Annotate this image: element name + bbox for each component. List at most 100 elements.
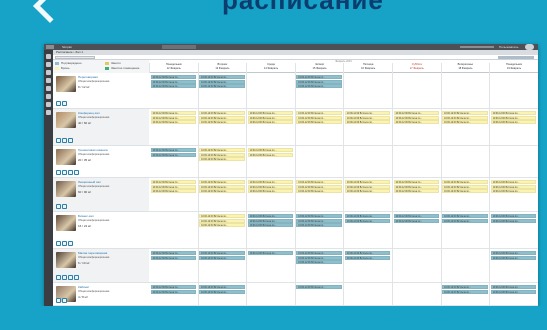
booking-block[interactable]: 10:00-12:00 Встреча по...	[150, 255, 197, 260]
booking-block[interactable]: 10:00-12:00 Встреча по...	[490, 115, 537, 120]
booking-block[interactable]: 10:00-12:00 Встреча по...	[247, 184, 294, 189]
booking-block[interactable]: 10:00-12:00 Встреча по...	[199, 75, 245, 79]
booking-block[interactable]: 10:00-12:00 Встреча по...	[296, 223, 342, 228]
booking-block[interactable]: 10:00-12:00 Встреча по...	[199, 285, 245, 289]
booking-block[interactable]: 10:00-12:00 Встреча по...	[199, 152, 245, 157]
booking-block[interactable]: 10:00-12:00 Встреча по...	[393, 120, 440, 125]
booking-block[interactable]: 10:00-12:00 Встреча по...	[247, 152, 294, 157]
booking-block[interactable]: 10:00-12:00 Встреча по...	[150, 251, 197, 255]
booking-block[interactable]: 10:00-12:00 Встреча по...	[150, 285, 197, 289]
booking-block[interactable]: 10:00-12:00 Встреча по...	[442, 214, 488, 218]
booking-block[interactable]: 10:00-12:00 Встреча по...	[199, 184, 245, 189]
booking-block[interactable]: 10:00-12:00 Встреча по...	[199, 214, 245, 218]
booking-block[interactable]: 10:00-12:00 Встреча по...	[150, 75, 197, 79]
grid-icon[interactable]	[46, 110, 51, 115]
day-column-header[interactable]: Четверг 15 Февраль	[294, 63, 344, 73]
filter-dropdown[interactable]	[55, 56, 95, 59]
booking-block[interactable]: 10:00-12:00 Встреча по...	[199, 79, 245, 84]
booking-block[interactable]: 10:00-12:00 Встреча по...	[296, 251, 342, 255]
booking-block[interactable]: 10:00-12:00 Встреча по...	[296, 260, 342, 265]
booking-block[interactable]: 10:00-12:00 Встреча по...	[296, 120, 342, 125]
room-row[interactable]: Тренинговая комната Общая конференционная…	[53, 146, 149, 178]
settings-icon[interactable]	[46, 94, 51, 99]
booking-block[interactable]: 10:00-12:00 Встреча по...	[442, 189, 488, 194]
booking-block[interactable]: 10:00-12:00 Встреча по...	[490, 120, 537, 125]
day-column-header[interactable]: Пятница 16 Февраль	[343, 63, 392, 73]
list-icon[interactable]	[46, 78, 51, 83]
booking-block[interactable]: 10:00-12:00 Встреча по...	[296, 189, 342, 194]
booking-block[interactable]: 10:00-12:00 Встреча по...	[199, 157, 245, 162]
booking-block[interactable]: 10:00-12:00 Встреча по...	[296, 184, 342, 189]
booking-block[interactable]: 10:00-12:00 Встреча по...	[393, 218, 440, 223]
booking-block[interactable]: 10:00-12:00 Встреча по...	[199, 289, 245, 294]
booking-block[interactable]: 10:00-12:00 Встреча по...	[344, 111, 391, 115]
booking-block[interactable]: 10:00-12:00 Встреча по...	[199, 251, 245, 255]
booking-block[interactable]: 10:00-12:00 Встреча по...	[344, 214, 391, 218]
booking-block[interactable]: 10:00-12:00 Встреча по...	[247, 111, 294, 115]
booking-block[interactable]: 10:00-12:00 Встреча по...	[490, 285, 537, 289]
booking-block[interactable]: 10:00-12:00 Встреча по...	[199, 111, 245, 115]
room-row[interactable]: Лекционный зал Общая конференционная 60 / …	[53, 178, 149, 212]
booking-block[interactable]: 10:00-12:00 Встреча по...	[393, 115, 440, 120]
room-row[interactable]: Малая переговорная Общая конференционная 6…	[53, 249, 149, 283]
day-column-header[interactable]: Среда 14 Февраль	[246, 63, 295, 73]
booking-block[interactable]: 10:00-12:00 Встреча по...	[393, 111, 440, 115]
booking-block[interactable]: 10:00-12:00 Встреча по...	[393, 189, 440, 194]
booking-block[interactable]: 10:00-12:00 Встреча по...	[442, 115, 488, 120]
booking-block[interactable]: 10:00-12:00 Встреча по...	[150, 120, 197, 125]
booking-block[interactable]: 10:00-12:00 Встреча по...	[296, 84, 342, 89]
booking-block[interactable]: 10:00-12:00 Встреча по...	[490, 251, 537, 255]
booking-block[interactable]: 10:00-12:00 Встреча по...	[442, 285, 488, 289]
view-toggle[interactable]	[498, 56, 534, 59]
booking-block[interactable]: 10:00-12:00 Встреча по...	[490, 180, 537, 184]
booking-block[interactable]: 10:00-12:00 Встреча по...	[150, 79, 197, 84]
booking-block[interactable]: 10:00-12:00 Встреча по...	[247, 223, 294, 228]
booking-block[interactable]: 10:00-12:00 Встреча по...	[150, 180, 197, 184]
booking-block[interactable]: 10:00-12:00 Встреча по...	[150, 152, 197, 157]
booking-block[interactable]: 10:00-12:00 Встреча по...	[490, 184, 537, 189]
booking-block[interactable]: 10:00-12:00 Встреча по...	[150, 115, 197, 120]
booking-block[interactable]: 10:00-12:00 Встреча по...	[490, 189, 537, 194]
booking-block[interactable]: 10:00-12:00 Встреча по...	[150, 111, 197, 115]
booking-block[interactable]: 10:00-12:00 Встреча по...	[344, 115, 391, 120]
day-column-header[interactable]: Воскресенье 18 Февраль	[440, 63, 490, 73]
booking-block[interactable]: 10:00-12:00 Встреча по...	[344, 218, 391, 223]
booking-block[interactable]: 10:00-12:00 Встреча по...	[199, 148, 245, 152]
booking-block[interactable]: 10:00-12:00 Встреча по...	[247, 148, 294, 152]
booking-block[interactable]: 10:00-12:00 Встреча по...	[344, 255, 391, 260]
booking-block[interactable]: 10:00-12:00 Встреча по...	[247, 120, 294, 125]
booking-block[interactable]: 10:00-12:00 Встреча по...	[490, 289, 537, 294]
booking-block[interactable]: 10:00-12:00 Встреча по...	[442, 120, 488, 125]
day-column-header[interactable]: Суббота 17 Февраль	[392, 63, 441, 73]
chart-icon[interactable]	[46, 86, 51, 91]
users-icon[interactable]	[46, 70, 51, 75]
booking-block[interactable]: 10:00-12:00 Встреча по...	[199, 189, 245, 194]
booking-block[interactable]: 10:00-12:00 Встреча по...	[150, 148, 197, 152]
booking-block[interactable]: 10:00-12:00 Встреча по...	[247, 180, 294, 184]
booking-block[interactable]: 10:00-12:00 Встреча по...	[296, 285, 342, 289]
room-row[interactable]: Кабинет Общая конференционная 4 / 8 м²	[53, 283, 149, 306]
booking-block[interactable]: 10:00-12:00 Встреча по...	[344, 120, 391, 125]
room-row[interactable]: Переговорная Общая конференционная 8 / 12 …	[53, 73, 149, 109]
booking-block[interactable]: 10:00-12:00 Встреча по...	[296, 214, 342, 218]
booking-block[interactable]: 10:00-12:00 Встреча по...	[490, 111, 537, 115]
room-row[interactable]: Конференц-зал Общая конференционная 40 / 6…	[53, 109, 149, 146]
booking-block[interactable]: 10:00-12:00 Встреча по...	[199, 115, 245, 120]
menu-icon[interactable]	[46, 45, 54, 49]
day-column-header[interactable]: Вторник 13 Февраль	[197, 63, 247, 73]
home-icon[interactable]	[46, 62, 51, 67]
booking-block[interactable]: 10:00-12:00 Встреча по...	[442, 184, 488, 189]
room-row[interactable]: Бизнес-зал Общая конференционная 16 / 24 м…	[53, 212, 149, 249]
booking-block[interactable]: 10:00-12:00 Встреча по...	[150, 184, 197, 189]
booking-block[interactable]: 10:00-12:00 Встреча по...	[247, 251, 294, 255]
booking-block[interactable]: 10:00-12:00 Встреча по...	[490, 214, 537, 218]
day-column-header[interactable]: Понедельник 12 Февраль	[149, 63, 198, 73]
booking-block[interactable]: 10:00-12:00 Встреча по...	[442, 111, 488, 115]
booking-block[interactable]: 10:00-12:00 Встреча по...	[296, 111, 342, 115]
booking-block[interactable]: 10:00-12:00 Встреча по...	[247, 218, 294, 223]
day-column-header[interactable]: Понедельник 19 Февраль	[489, 63, 538, 73]
booking-block[interactable]: 10:00-12:00 Встреча по...	[344, 251, 391, 255]
booking-block[interactable]: 10:00-12:00 Встреча по...	[296, 75, 342, 79]
booking-block[interactable]: 10:00-12:00 Встреча по...	[296, 115, 342, 120]
booking-block[interactable]: 10:00-12:00 Встреча по...	[199, 84, 245, 89]
